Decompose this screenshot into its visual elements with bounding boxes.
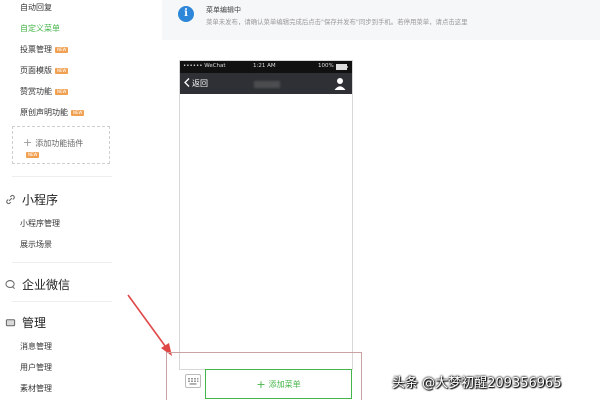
sidebar-item-custom-menu[interactable]: 自定义菜单	[20, 23, 60, 34]
sidebar-item-label: 页面模版	[20, 66, 52, 75]
chevron-left-icon	[184, 78, 190, 87]
sidebar-item-label: 自动回复	[20, 3, 52, 12]
sidebar-item-auto-reply[interactable]: 自动回复	[20, 2, 52, 13]
sidebar-item-user-manage[interactable]: 用户管理	[20, 362, 52, 373]
section-enterprise-wechat[interactable]: 企业微信	[4, 276, 70, 293]
sidebar-item-vote[interactable]: 投票管理 NEW	[20, 44, 69, 55]
sidebar-item-page-template[interactable]: 页面模版 NEW	[20, 65, 69, 76]
sidebar-item-label: 赞赏功能	[20, 87, 52, 96]
add-plugin-label: 添加功能插件	[35, 139, 84, 148]
chat-icon	[4, 279, 16, 291]
red-arrow-annotation	[127, 294, 172, 356]
watermark: 头条 @大梦初醒209356965	[392, 376, 562, 391]
sidebar-item-label: 自定义菜单	[20, 24, 60, 33]
sidebar-item-label: 用户管理	[20, 363, 52, 372]
divider	[12, 176, 112, 177]
keyboard-icon[interactable]	[185, 374, 201, 388]
keyboard-glyph	[188, 377, 199, 385]
sidebar-item-label: 素材管理	[20, 384, 52, 393]
battery-label: 100%	[318, 63, 334, 69]
new-badge: NEW	[71, 109, 85, 116]
phone-nav-bar: 返回	[180, 73, 352, 94]
sidebar-item-mini-program-manage[interactable]: 小程序管理	[20, 218, 60, 229]
info-icon: i	[178, 6, 194, 22]
sidebar-item-label: 原创声明功能	[20, 108, 68, 117]
new-badge: NEW	[26, 152, 40, 158]
new-badge: NEW	[55, 46, 69, 53]
link-icon	[4, 194, 16, 206]
tip-title: 菜单编辑中	[206, 6, 241, 14]
section-mini-program[interactable]: 小程序	[4, 191, 58, 208]
sidebar-item-original-declaration[interactable]: 原创声明功能 NEW	[20, 107, 85, 118]
sidebar-item-message-manage[interactable]: 消息管理	[20, 341, 52, 352]
section-title: 企业微信	[22, 278, 71, 292]
carrier-label: •••••• WeChat	[183, 63, 226, 69]
back-label: 返回	[192, 79, 208, 88]
phone-status-bar: •••••• WeChat 1:21 AM 100%	[180, 61, 352, 73]
plus-icon: +	[23, 136, 33, 149]
plus-icon: +	[256, 377, 266, 391]
new-badge: NEW	[55, 88, 69, 95]
phone-preview: •••••• WeChat 1:21 AM 100% 返回	[179, 60, 353, 370]
add-menu-button[interactable]: + 添加菜单	[205, 369, 352, 399]
sidebar: 自动回复 自定义菜单 投票管理 NEW 页面模版 NEW 赞赏功能 NEW 原创声明功…	[0, 0, 130, 400]
section-title: 管理	[22, 316, 47, 330]
battery-icon	[336, 64, 348, 70]
section-manage[interactable]: 管理	[4, 314, 46, 331]
sidebar-item-label: 消息管理	[20, 342, 52, 351]
sidebar-item-label: 投票管理	[20, 45, 52, 54]
blurred-account-name	[254, 81, 280, 88]
sidebar-item-asset-manage[interactable]: 素材管理	[20, 383, 52, 394]
divider	[12, 301, 112, 302]
sidebar-item-label: 展示场景	[20, 240, 52, 249]
sidebar-item-display-scene[interactable]: 展示场景	[20, 239, 52, 250]
tip-description[interactable]: 菜单未发布，请确认菜单编辑完成后点击"保存并发布"同步到手机。若停用菜单，请点击…	[206, 17, 468, 26]
sidebar-item-label: 小程序管理	[20, 219, 60, 228]
back-button[interactable]: 返回	[184, 78, 208, 89]
section-title: 小程序	[22, 193, 59, 207]
time-label: 1:21 AM	[253, 63, 276, 69]
add-plugin-label-row: + 添加功能插件	[23, 136, 83, 149]
user-icon[interactable]	[334, 77, 346, 90]
new-badge: NEW	[55, 67, 69, 74]
sidebar-item-reward[interactable]: 赞赏功能 NEW	[20, 86, 69, 97]
add-menu-label: 添加菜单	[268, 379, 301, 389]
add-plugin-button[interactable]: + 添加功能插件 NEW	[12, 126, 110, 164]
folder-icon	[4, 317, 16, 329]
divider	[12, 262, 112, 263]
